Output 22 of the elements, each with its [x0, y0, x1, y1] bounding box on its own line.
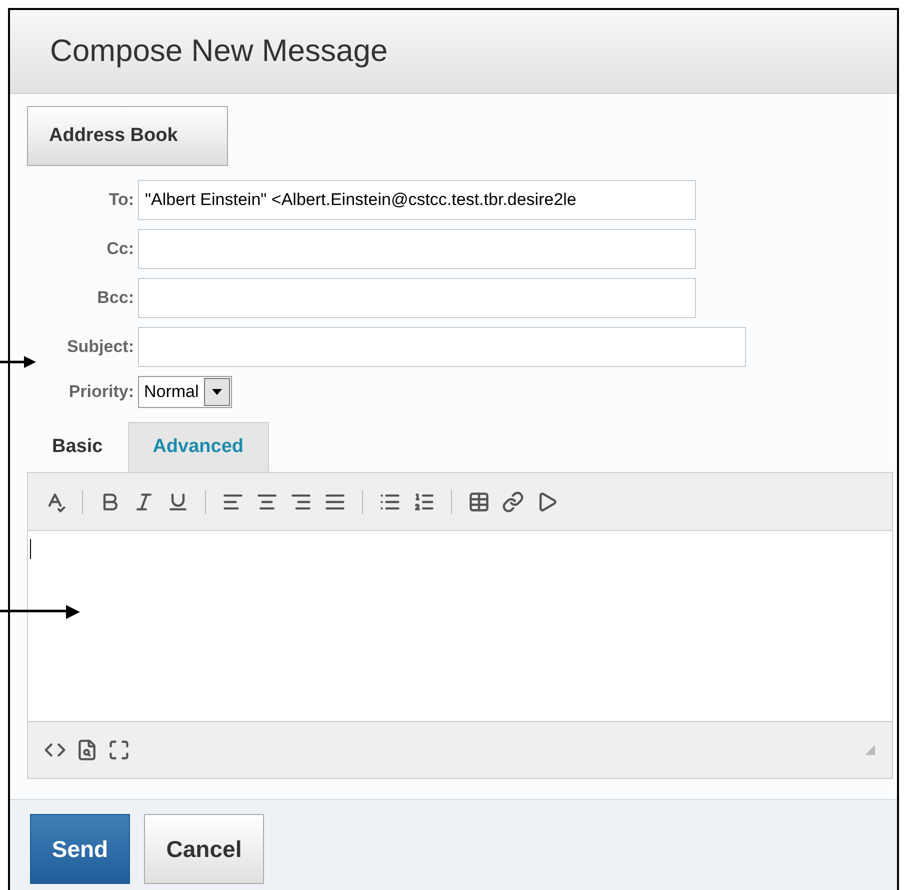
field-label: Subject: [66, 336, 135, 358]
field-label: Cc: [106, 238, 135, 260]
input-field[interactable]: "Albert Einstein" <Albert.Einstein@cstcc.test.tbr.desire2le [138, 180, 696, 220]
subject-field[interactable] [138, 327, 746, 367]
dropdown-value: Normal [143, 381, 200, 404]
window-title: Compose New Message [50, 32, 388, 70]
field-label: Bcc: [96, 287, 135, 310]
field-label: Priority: [68, 381, 135, 404]
underline-icon[interactable] [167, 490, 189, 512]
preview-icon[interactable] [76, 739, 98, 761]
priority-dropdown[interactable]: Normal [138, 376, 232, 408]
field-label: To: [108, 189, 135, 212]
resize-grip-icon[interactable] [864, 744, 876, 756]
send-button[interactable]: Send [30, 814, 130, 884]
fullscreen-icon[interactable] [108, 739, 130, 761]
input-field[interactable] [138, 278, 696, 318]
address-book-button[interactable]: Address Book [27, 106, 228, 166]
input-field[interactable] [138, 229, 696, 269]
numbered-list-icon[interactable] [413, 490, 435, 512]
cancel-button[interactable]: Cancel [144, 814, 264, 884]
insert-table-icon[interactable] [468, 490, 490, 512]
link-icon[interactable] [502, 490, 524, 512]
